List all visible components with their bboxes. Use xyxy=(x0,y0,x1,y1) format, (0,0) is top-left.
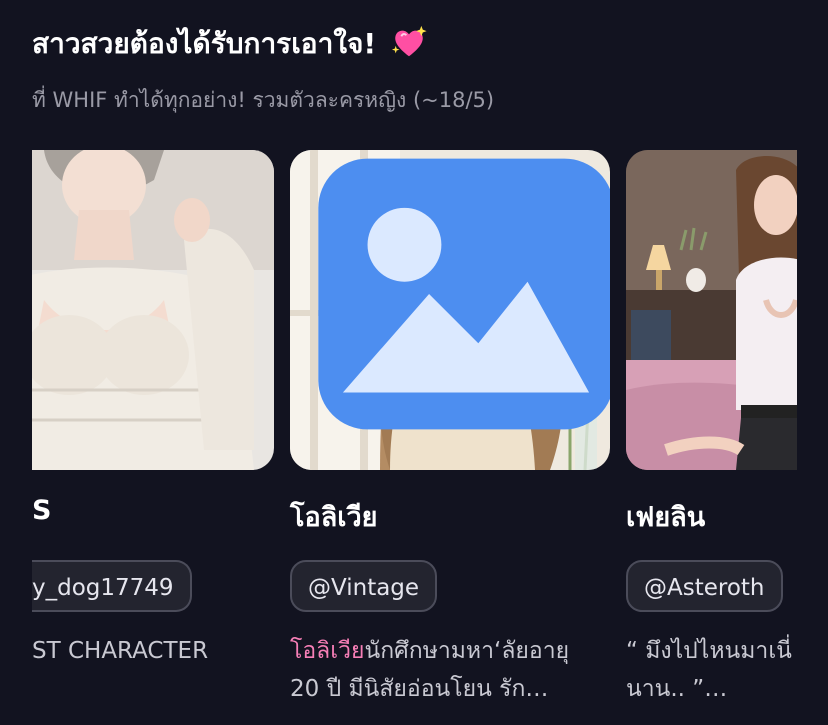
description-line: ST CHARACTER xyxy=(32,638,209,664)
character-card[interactable]: เฟยลิน @Asteroth “ มึงไปไหนมาเนี่ นาน.. … xyxy=(626,150,797,702)
description-line: นาน.. ”… xyxy=(626,676,728,702)
character-card[interactable]: โอลิเวีย @Vintage โอลิเวียนักศึกษามหา‘ลั… xyxy=(290,150,610,702)
description-text: นักศึกษามหา‘ลัยอายุ xyxy=(364,638,570,664)
character-image[interactable] xyxy=(290,150,610,470)
description-line: 20 ปี มีนิสัยอ่อนโยน รัก… xyxy=(290,676,549,702)
image-icon xyxy=(318,158,610,430)
character-image[interactable] xyxy=(32,150,274,470)
character-description: โอลิเวียนักศึกษามหา‘ลัยอายุ 20 ปี มีนิสั… xyxy=(290,632,610,708)
character-artwork xyxy=(32,150,274,470)
description-line: “ มึงไปไหนมาเนี่ xyxy=(626,638,792,664)
character-description: ST CHARACTER xyxy=(32,632,272,708)
character-name: เฟยลิน xyxy=(626,502,706,533)
page: สาวสวยต้องได้รับการเอาใจ! ที่ WHIF ทำได้… xyxy=(0,0,828,725)
character-name: โอลิเวีย xyxy=(290,502,378,533)
description-highlight: โอลิเวีย xyxy=(290,638,365,664)
description-line: โอลิเวียนักศึกษามหา‘ลัยอายุ xyxy=(290,632,610,670)
section-title-text: สาวสวยต้องได้รับการเอาใจ! xyxy=(32,27,377,60)
character-name: S xyxy=(32,495,52,526)
character-card[interactable]: S y_dog17749 ST CHARACTER xyxy=(32,150,274,664)
creator-tag[interactable]: @Vintage xyxy=(290,560,438,612)
section-subtitle: ที่ WHIF ทำได้ทุกอย่าง! รวมตัวละครหญิง (… xyxy=(32,88,495,112)
character-carousel[interactable]: S y_dog17749 ST CHARACTER โอลิเวีย @Vint… xyxy=(32,150,797,725)
character-artwork xyxy=(626,150,797,470)
sparkle-heart-icon xyxy=(391,25,427,57)
character-description: “ มึงไปไหนมาเนี่ นาน.. ”… xyxy=(626,632,797,708)
creator-tag[interactable]: y_dog17749 xyxy=(32,560,192,612)
section-title: สาวสวยต้องได้รับการเอาใจ! xyxy=(32,22,428,66)
character-image[interactable] xyxy=(626,150,797,470)
creator-tag[interactable]: @Asteroth xyxy=(626,560,783,612)
